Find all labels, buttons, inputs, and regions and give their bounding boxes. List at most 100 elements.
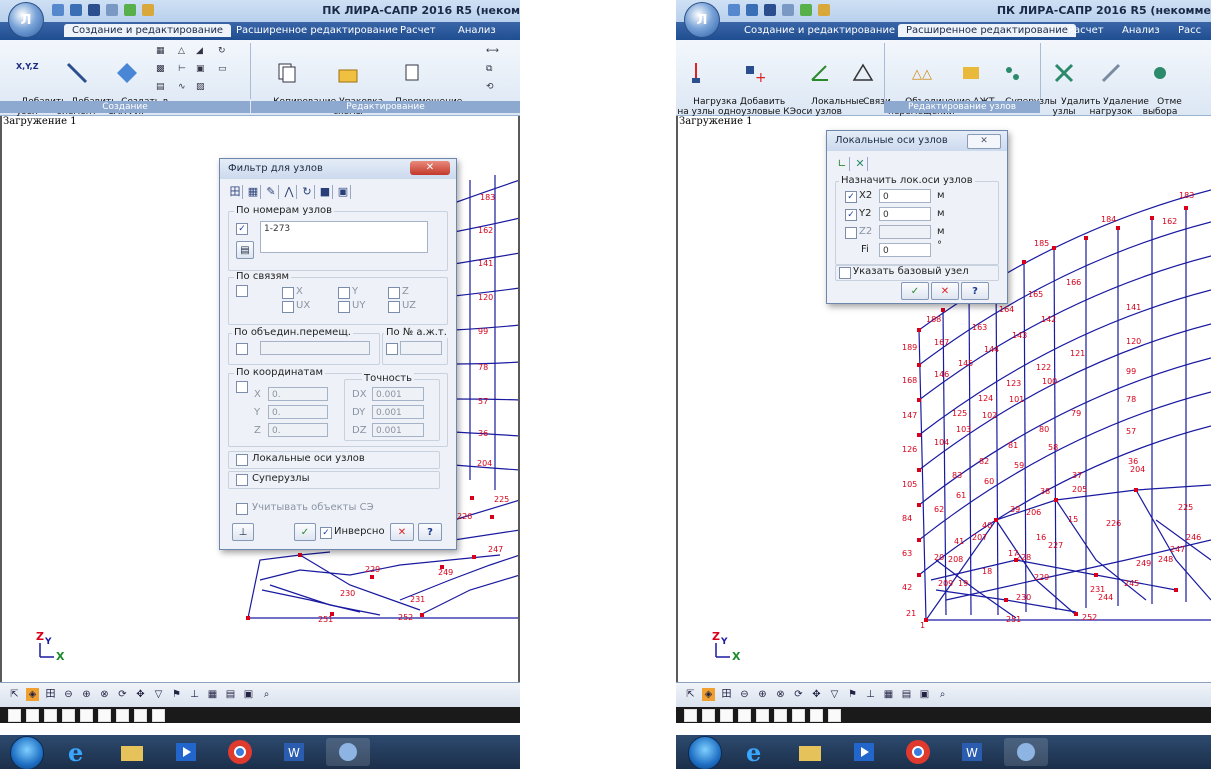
delete-loads-button[interactable]: Удаление нагрузок (1086, 42, 1149, 127)
node-numbers-input[interactable]: 1-273 (260, 221, 428, 253)
by-union-checkbox[interactable] (236, 343, 248, 355)
cube-side-icon[interactable] (44, 709, 57, 722)
zoom-window-icon[interactable]: ⊗ (774, 688, 787, 701)
select-icon[interactable]: ⇱ (684, 688, 697, 701)
constraint-z-checkbox[interactable] (388, 287, 400, 299)
file-explorer-icon[interactable] (110, 738, 154, 766)
ok-icon[interactable]: ✓ (294, 523, 316, 541)
close-icon[interactable]: ✕ (410, 161, 450, 175)
apply-filter-icon[interactable]: ⊥ (232, 523, 254, 541)
by-coords-checkbox[interactable] (236, 381, 248, 393)
run-icon[interactable] (800, 4, 812, 16)
constraint-uy-checkbox[interactable] (338, 301, 350, 313)
x2-input[interactable]: 0 (879, 189, 931, 203)
z2-checkbox[interactable] (845, 227, 857, 239)
cube-front-icon[interactable] (702, 709, 715, 722)
base-node-checkbox[interactable] (839, 267, 851, 279)
cube-side-icon[interactable] (720, 709, 733, 722)
node-load-button[interactable]: Нагрузка на узлы (676, 42, 737, 127)
window-filter-icon[interactable]: ▣ (336, 185, 351, 199)
tab-more[interactable]: Расс (1170, 24, 1209, 37)
wave-icon[interactable]: ∿ (178, 82, 191, 93)
cancel-selection-button[interactable]: Отме выбора (1140, 42, 1182, 127)
mirror-icon[interactable]: ⟷ (486, 46, 499, 57)
open-file-icon[interactable] (746, 4, 758, 16)
grid-view-icon[interactable]: ▦ (882, 688, 895, 701)
cube-iso-icon[interactable] (756, 709, 769, 722)
help-icon[interactable]: ? (418, 523, 442, 541)
start-button-icon[interactable] (688, 736, 722, 769)
grid-icon[interactable]: ▦ (156, 46, 169, 57)
constraint-ux-checkbox[interactable] (282, 301, 294, 313)
rotate-icon[interactable]: ↻ (218, 46, 231, 57)
constraints-button[interactable]: Связи (846, 42, 891, 117)
coord-z-input[interactable]: 0. (268, 423, 328, 437)
flag-icon[interactable]: ⚑ (846, 688, 859, 701)
select-icon[interactable]: ⇱ (8, 688, 21, 701)
cube-top-icon[interactable] (738, 709, 751, 722)
chrome-icon[interactable] (896, 738, 940, 766)
rotate-view-icon[interactable]: ⟳ (116, 688, 129, 701)
tab-analysis[interactable]: Анализ (1114, 24, 1168, 37)
add-single-node-button[interactable]: + Добавить одноузловые КЭ (718, 42, 796, 127)
layers-icon[interactable]: ▣ (242, 688, 255, 701)
tab-create-edit[interactable]: Создание и редактирование (736, 24, 903, 37)
layers-icon[interactable]: ▣ (918, 688, 931, 701)
filter-icon[interactable]: ▽ (828, 688, 841, 701)
z2-input[interactable] (879, 225, 931, 239)
media-player-icon[interactable] (842, 738, 886, 766)
y2-checkbox[interactable]: ✓ (845, 209, 857, 221)
flag-icon[interactable]: ⚑ (170, 688, 183, 701)
save-icon[interactable] (88, 4, 100, 16)
pattern-icon[interactable]: ▣ (196, 64, 209, 75)
constraint-x-checkbox[interactable] (282, 287, 294, 299)
zoom-out-icon[interactable]: ⊖ (738, 688, 751, 701)
fi-input[interactable]: 0 (879, 243, 931, 257)
zoom-icon[interactable]: ⊕ (80, 688, 93, 701)
table-view-icon[interactable]: ▤ (900, 688, 913, 701)
open-file-icon[interactable] (70, 4, 82, 16)
undo-icon[interactable] (106, 4, 118, 16)
pencil-filter-icon[interactable]: ✎ (264, 185, 279, 199)
rotate-small-icon[interactable]: ⟲ (486, 82, 499, 93)
add-element-button[interactable]: Добавить элемент (54, 42, 116, 127)
constraint-uz-checkbox[interactable] (388, 301, 400, 313)
pan-icon[interactable]: ✥ (810, 688, 823, 701)
cross-tab-icon[interactable]: ✕ (853, 157, 868, 171)
consider-fe-checkbox[interactable] (236, 503, 248, 515)
coord-y-input[interactable]: 0. (268, 405, 328, 419)
grid-select-icon[interactable]: 田 (44, 688, 57, 701)
cancel-icon[interactable]: ✕ (390, 523, 414, 541)
nodes-select-icon[interactable]: ◈ (26, 688, 39, 701)
union-select[interactable] (260, 341, 370, 355)
element-filter-icon[interactable]: ⋀ (282, 185, 297, 199)
nodes-select-icon[interactable]: ◈ (702, 688, 715, 701)
cube-back-icon[interactable] (98, 709, 111, 722)
tab-advanced-edit[interactable]: Расширенное редактирование (898, 24, 1076, 37)
triangle-icon[interactable]: △ (178, 46, 191, 57)
undo-icon[interactable] (782, 4, 794, 16)
coord-x-input[interactable]: 0. (268, 387, 328, 401)
local-axes-button[interactable]: Локальные оси узлов (794, 42, 864, 127)
add-node-button[interactable]: X,Y,Z Добавить узел (4, 42, 66, 127)
draw-icon[interactable] (142, 4, 154, 16)
help-icon[interactable]: ? (961, 282, 989, 300)
view-settings-icon[interactable] (152, 709, 165, 722)
cube-left-icon[interactable] (810, 709, 823, 722)
internet-explorer-icon[interactable]: e (56, 738, 100, 766)
table-view-icon[interactable]: ▤ (224, 688, 237, 701)
tab-create-edit[interactable]: Создание и редактирование (64, 24, 232, 37)
inverse-checkbox[interactable]: ✓ (320, 527, 332, 539)
lira-sapr-icon[interactable] (1004, 738, 1048, 766)
cube-top-icon[interactable] (62, 709, 75, 722)
app-menu-button[interactable]: Л (684, 2, 720, 38)
tab-analysis[interactable]: Анализ (450, 24, 504, 37)
dy-input[interactable]: 0.001 (372, 405, 424, 419)
rotate-filter-icon[interactable]: ↻ (300, 185, 315, 199)
x2-checkbox[interactable]: ✓ (845, 191, 857, 203)
union-button[interactable]: △△ Объединение перемещений (888, 42, 970, 127)
new-file-icon[interactable] (52, 4, 64, 16)
cube-bottom-icon[interactable] (116, 709, 129, 722)
cube-icon[interactable] (684, 709, 697, 722)
save-icon[interactable] (764, 4, 776, 16)
